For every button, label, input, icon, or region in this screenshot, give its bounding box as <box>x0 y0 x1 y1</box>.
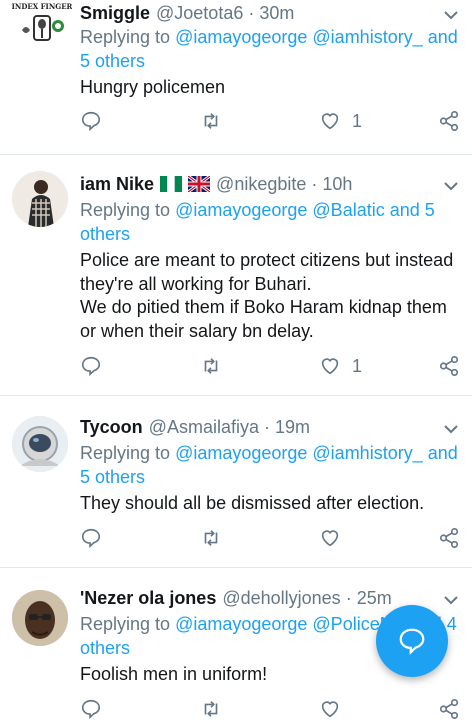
timestamp[interactable]: 25m <box>357 588 392 609</box>
nigeria-flag-icon <box>160 176 183 192</box>
avatar[interactable]: INDEX FINGER <box>12 0 72 56</box>
retweet-button[interactable] <box>199 355 223 377</box>
share-icon <box>439 528 459 548</box>
user-handle[interactable]: @Joetota6 <box>156 3 243 24</box>
like-count: 1 <box>352 110 363 131</box>
timestamp[interactable]: 30m <box>259 3 294 24</box>
display-name[interactable]: Tycoon <box>80 417 143 438</box>
display-name[interactable]: iam Nike <box>80 174 154 195</box>
reply-icon <box>81 356 101 377</box>
share-button[interactable] <box>438 110 460 132</box>
like-button[interactable]: 1 <box>318 110 362 132</box>
replying-prefix: Replying to <box>80 27 176 47</box>
heart-icon <box>321 530 339 547</box>
tweet-actions: 1 <box>0 110 472 136</box>
share-icon <box>439 699 459 719</box>
user-photo-icon <box>12 590 68 646</box>
compose-reply-button[interactable] <box>376 605 448 677</box>
chevron-down-icon[interactable] <box>442 591 460 609</box>
tweet-1[interactable]: INDEX FINGER Smiggle @Joetota6 · 30m Rep… <box>0 0 472 155</box>
separator-dot: · <box>248 2 255 23</box>
retweet-icon <box>204 530 218 546</box>
compose-reply-icon <box>399 628 425 655</box>
share-button[interactable] <box>438 355 460 377</box>
share-icon <box>439 356 459 376</box>
tweet-3[interactable]: Tycoon @Asmailafiya · 19m Replying to @i… <box>0 396 472 568</box>
reply-button[interactable] <box>80 355 102 377</box>
replying-to: Replying to @iamayogeorge @iamhistory_ a… <box>80 26 465 73</box>
reply-button[interactable] <box>80 110 102 132</box>
chevron-down-icon[interactable] <box>442 420 460 438</box>
tweet-header: 'Nezer ola jones @dehollyjones · 25m <box>80 585 432 611</box>
tweet-header: Smiggle @Joetota6 · 30m <box>80 0 432 26</box>
timestamp[interactable]: 19m <box>275 417 310 438</box>
tweet-actions <box>0 698 472 720</box>
reply-icon <box>81 699 101 720</box>
chevron-down-icon[interactable] <box>442 177 460 195</box>
avatar[interactable] <box>12 590 68 646</box>
chevron-down-icon[interactable] <box>442 6 460 24</box>
separator-dot: · <box>311 173 318 194</box>
tweet-actions: 1 <box>0 355 472 381</box>
uk-flag-icon <box>188 176 211 192</box>
timestamp[interactable]: 10h <box>322 174 352 195</box>
replying-prefix: Replying to <box>80 200 176 220</box>
user-handle[interactable]: @nikegbite <box>216 174 306 195</box>
replying-to: Replying to @iamayogeorge @iamhistory_ a… <box>80 442 465 489</box>
separator-dot: · <box>345 587 352 608</box>
display-name[interactable]: Smiggle <box>80 3 150 24</box>
tweet-text: They should all be dismissed after elect… <box>80 493 425 513</box>
tweet-header: iam Nike @nikegbite · 10h <box>80 171 432 197</box>
like-button[interactable] <box>318 698 352 720</box>
replying-prefix: Replying to <box>80 443 176 463</box>
replying-prefix: Replying to <box>80 614 176 634</box>
retweet-icon <box>204 113 218 129</box>
heart-icon <box>321 701 339 718</box>
tweet-text: Police are meant to protect citizens but… <box>80 250 454 341</box>
retweet-button[interactable] <box>199 698 223 720</box>
tweet-header: Tycoon @Asmailafiya · 19m <box>80 414 432 440</box>
share-icon <box>439 111 459 131</box>
index-finger-logo-icon: INDEX FINGER <box>12 2 72 41</box>
user-handle[interactable]: @Asmailafiya <box>149 417 259 438</box>
avatar[interactable] <box>12 171 68 227</box>
replying-to: Replying to @iamayogeorge @Balatic and 5… <box>80 199 465 246</box>
user-photo-icon <box>12 171 68 227</box>
avatar[interactable] <box>12 416 68 472</box>
user-handle[interactable]: @dehollyjones <box>222 588 340 609</box>
retweet-icon <box>204 358 218 374</box>
retweet-button[interactable] <box>199 527 223 549</box>
tweet-text: Hungry policemen <box>80 77 226 97</box>
like-count: 1 <box>352 355 363 376</box>
like-button[interactable]: 1 <box>318 355 362 377</box>
display-name[interactable]: 'Nezer ola jones <box>80 588 216 609</box>
share-button[interactable] <box>438 527 460 549</box>
astronaut-avatar-icon <box>12 416 68 472</box>
share-button[interactable] <box>438 698 460 720</box>
reply-icon <box>81 528 101 549</box>
reply-button[interactable] <box>80 698 102 720</box>
retweet-icon <box>204 701 218 717</box>
retweet-button[interactable] <box>199 110 223 132</box>
separator-dot: · <box>263 416 270 437</box>
like-button[interactable] <box>318 527 352 549</box>
heart-icon <box>321 113 339 130</box>
heart-icon <box>321 358 339 375</box>
reply-button[interactable] <box>80 527 102 549</box>
tweet-actions <box>0 527 472 553</box>
svg-text:INDEX FINGER: INDEX FINGER <box>12 2 72 11</box>
tweet-2[interactable]: iam Nike @nikegbite · 10h Replying to @i… <box>0 155 472 396</box>
reply-icon <box>81 111 101 132</box>
